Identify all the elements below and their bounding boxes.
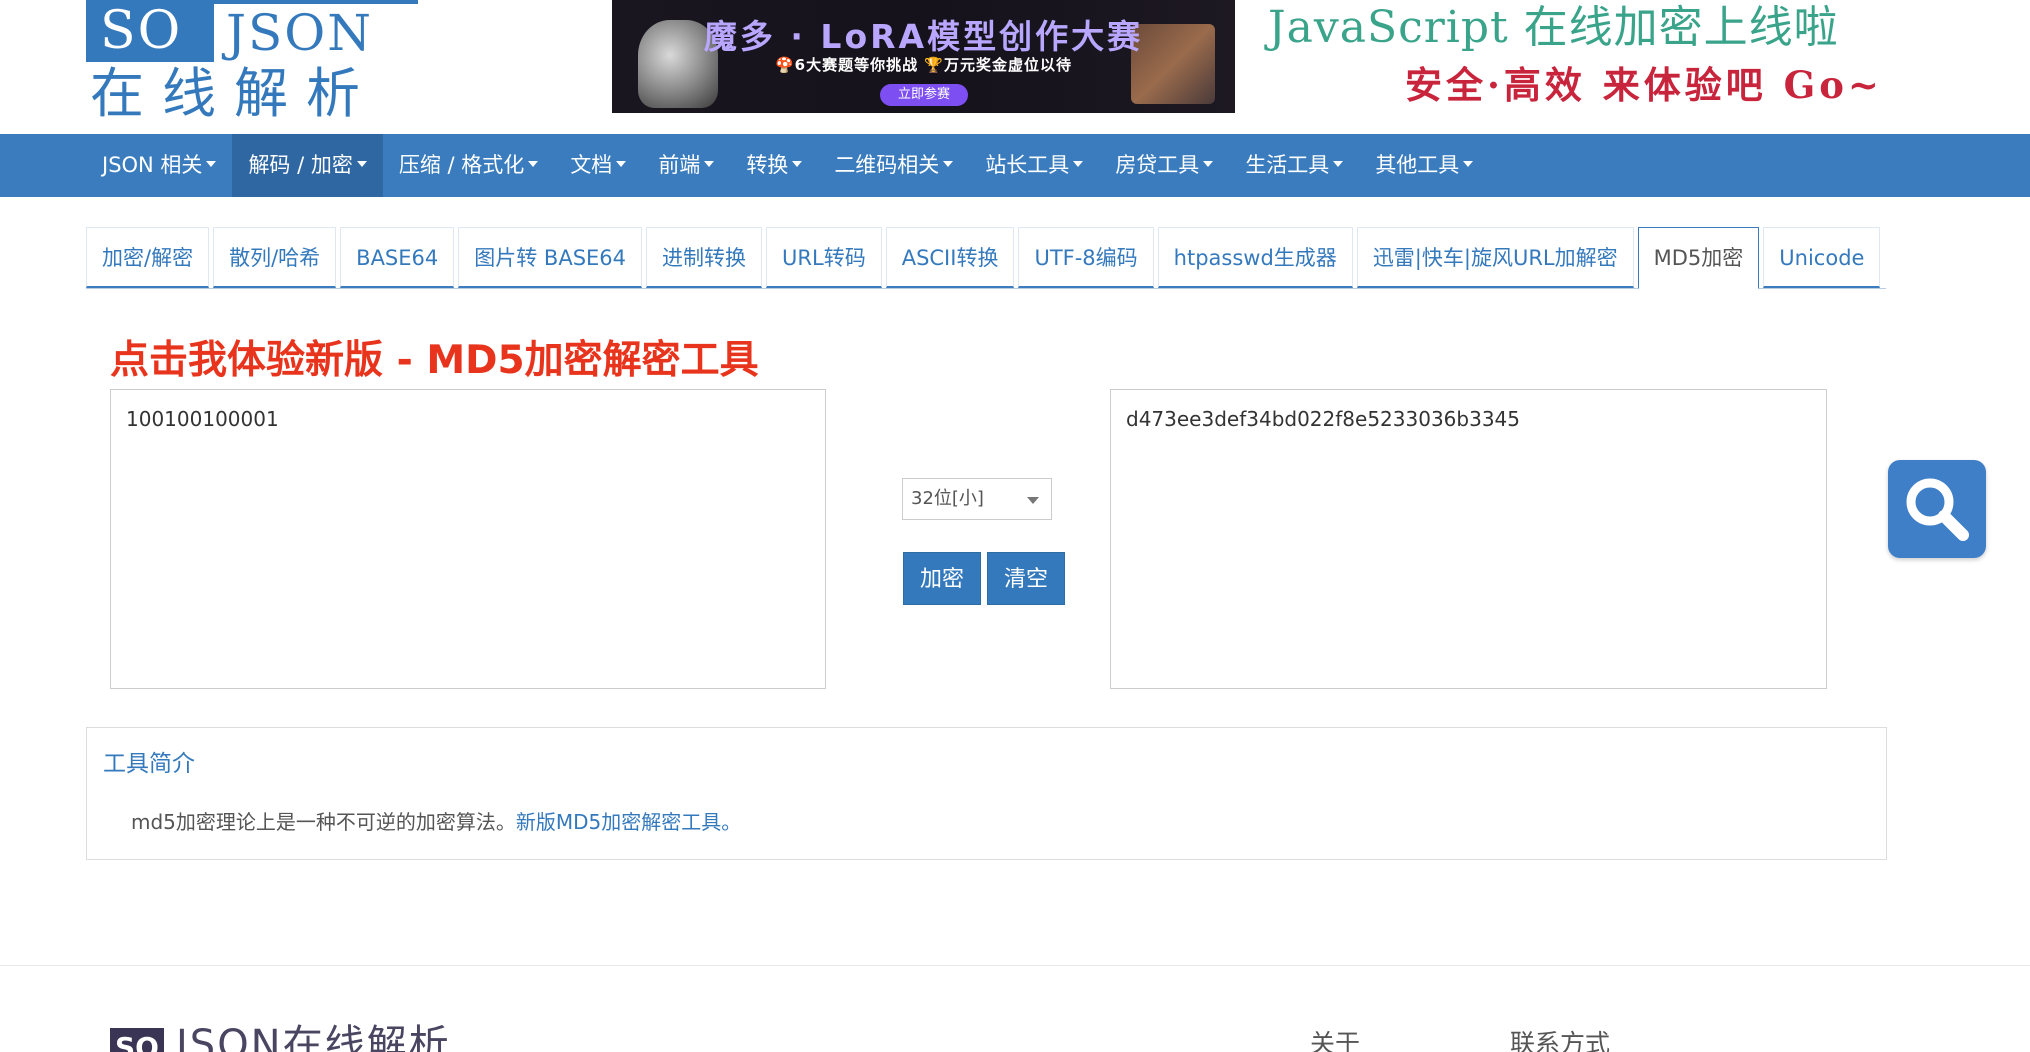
tab-htpasswd[interactable]: htpasswd生成器 [1157,227,1353,288]
nav-item-label: 二维码相关 [834,153,940,177]
intro-title: 工具简介 [103,751,195,777]
intro-new-tool-link[interactable]: 新版MD5加密解密工具。 [516,810,741,834]
banner-title: 魔多 · LoRA模型创作大赛 [703,17,1144,56]
nav-item-label: 文档 [570,153,613,177]
main-navbar: JSON 相关 解码 / 加密 压缩 / 格式化 文档 前端 转换 二维码相关 … [0,134,2030,197]
nav-item-label: 前端 [658,153,701,177]
banner-subtitle: 🍄6大赛题等你挑战 🏆万元奖金虚位以待 [774,56,1072,74]
nav-item-decode-encrypt[interactable]: 解码 / 加密 [232,134,383,197]
tab-unicode[interactable]: Unicode [1763,227,1881,288]
caret-down-icon [616,161,627,167]
nav-item-webmaster[interactable]: 站长工具 [969,134,1099,197]
banner-join-button[interactable]: 立即参赛 [880,84,968,106]
caret-down-icon [704,161,715,167]
tool-tabs: 加密/解密 散列/哈希 BASE64 图片转 BASE64 进制转换 URL转码… [86,227,1886,289]
encrypt-button[interactable]: 加密 [903,552,981,605]
floating-search-button[interactable] [1888,460,1986,558]
caret-down-icon [792,161,803,167]
nav-item-label: JSON 相关 [102,153,203,177]
intro-description: md5加密理论上是一种不可逆的加密算法。 [131,810,516,834]
caret-down-icon [1203,161,1214,167]
tab-ascii[interactable]: ASCII转换 [885,227,1015,288]
nav-item-other[interactable]: 其他工具 [1359,134,1489,197]
site-header: SO JSON 在线解析 魔多 · LoRA模型创作大赛 🍄6大赛题等你挑战 🏆… [0,0,2030,134]
tab-base64[interactable]: BASE64 [340,227,455,288]
tab-thunder-url[interactable]: 迅雷|快车|旋风URL加解密 [1356,227,1634,288]
nav-item-compress-format[interactable]: 压缩 / 格式化 [383,134,554,197]
tab-md5[interactable]: MD5加密 [1637,227,1760,289]
slogan-line-1[interactable]: JavaScript 在线加密上线啦 [1268,0,1839,56]
caret-down-icon [1027,497,1039,504]
plaintext-input[interactable]: 100100100001 [110,389,826,689]
promo-new-version-link[interactable]: 点击我体验新版 - MD5加密解密工具 [110,334,759,388]
logo-json-text: JSON [214,4,418,62]
caret-down-icon [1073,161,1084,167]
caret-down-icon [1333,161,1344,167]
footer-logo-box: SO [110,1028,164,1052]
footer-logo-text: JSON在线解析 [176,1022,451,1052]
tool-intro-panel: 工具简介 md5加密理论上是一种不可逆的加密算法。新版MD5加密解密工具。 [86,727,1887,860]
tab-url-encode[interactable]: URL转码 [766,227,882,288]
nav-item-frontend[interactable]: 前端 [642,134,730,197]
nav-item-label: 其他工具 [1375,153,1460,177]
nav-item-convert[interactable]: 转换 [730,134,818,197]
nav-item-label: 解码 / 加密 [248,153,353,177]
caret-down-icon [356,161,367,167]
tab-hash[interactable]: 散列/哈希 [213,227,337,288]
nav-item-label: 压缩 / 格式化 [398,153,525,177]
tab-encrypt-decrypt[interactable]: 加密/解密 [86,227,210,288]
caret-down-icon [206,161,217,167]
select-value: 32位[小] [911,488,984,509]
nav-list: JSON 相关 解码 / 加密 压缩 / 格式化 文档 前端 转换 二维码相关 … [86,134,1489,197]
site-footer: SO JSON在线解析 关于 联系方式 [0,965,2030,1052]
tab-image-base64[interactable]: 图片转 BASE64 [458,227,643,288]
footer-about-link[interactable]: 关于 [1310,1028,1360,1052]
nav-item-life[interactable]: 生活工具 [1229,134,1359,197]
tab-radix[interactable]: 进制转换 [646,227,763,288]
logo-cn-text: 在线解析 [90,62,378,125]
nav-item-json[interactable]: JSON 相关 [86,134,232,197]
bit-length-select[interactable]: 32位[小] [902,478,1052,520]
nav-item-label: 转换 [746,153,789,177]
nav-item-label: 站长工具 [985,153,1070,177]
search-icon [1906,478,1969,541]
caret-down-icon [1463,161,1474,167]
caret-down-icon [528,161,539,167]
md5-output[interactable]: d473ee3def34bd022f8e5233036b3345 [1110,389,1827,689]
site-logo[interactable]: SO JSON 在线解析 [86,0,418,126]
nav-item-mortgage[interactable]: 房贷工具 [1099,134,1229,197]
nav-item-docs[interactable]: 文档 [554,134,642,197]
clear-button[interactable]: 清空 [987,552,1065,605]
nav-item-qrcode[interactable]: 二维码相关 [818,134,969,197]
intro-text: md5加密理论上是一种不可逆的加密算法。新版MD5加密解密工具。 [131,808,741,836]
nav-item-label: 生活工具 [1245,153,1330,177]
tab-utf8[interactable]: UTF-8编码 [1018,227,1154,288]
ad-banner[interactable]: 魔多 · LoRA模型创作大赛 🍄6大赛题等你挑战 🏆万元奖金虚位以待 立即参赛 [612,0,1235,113]
caret-down-icon [943,161,954,167]
slogan-line-2[interactable]: 安全·高效 来体验吧 Go~ [1405,60,1883,110]
footer-contact-link[interactable]: 联系方式 [1510,1028,1610,1052]
logo-so-text: SO [100,1,183,61]
nav-item-label: 房贷工具 [1115,153,1200,177]
